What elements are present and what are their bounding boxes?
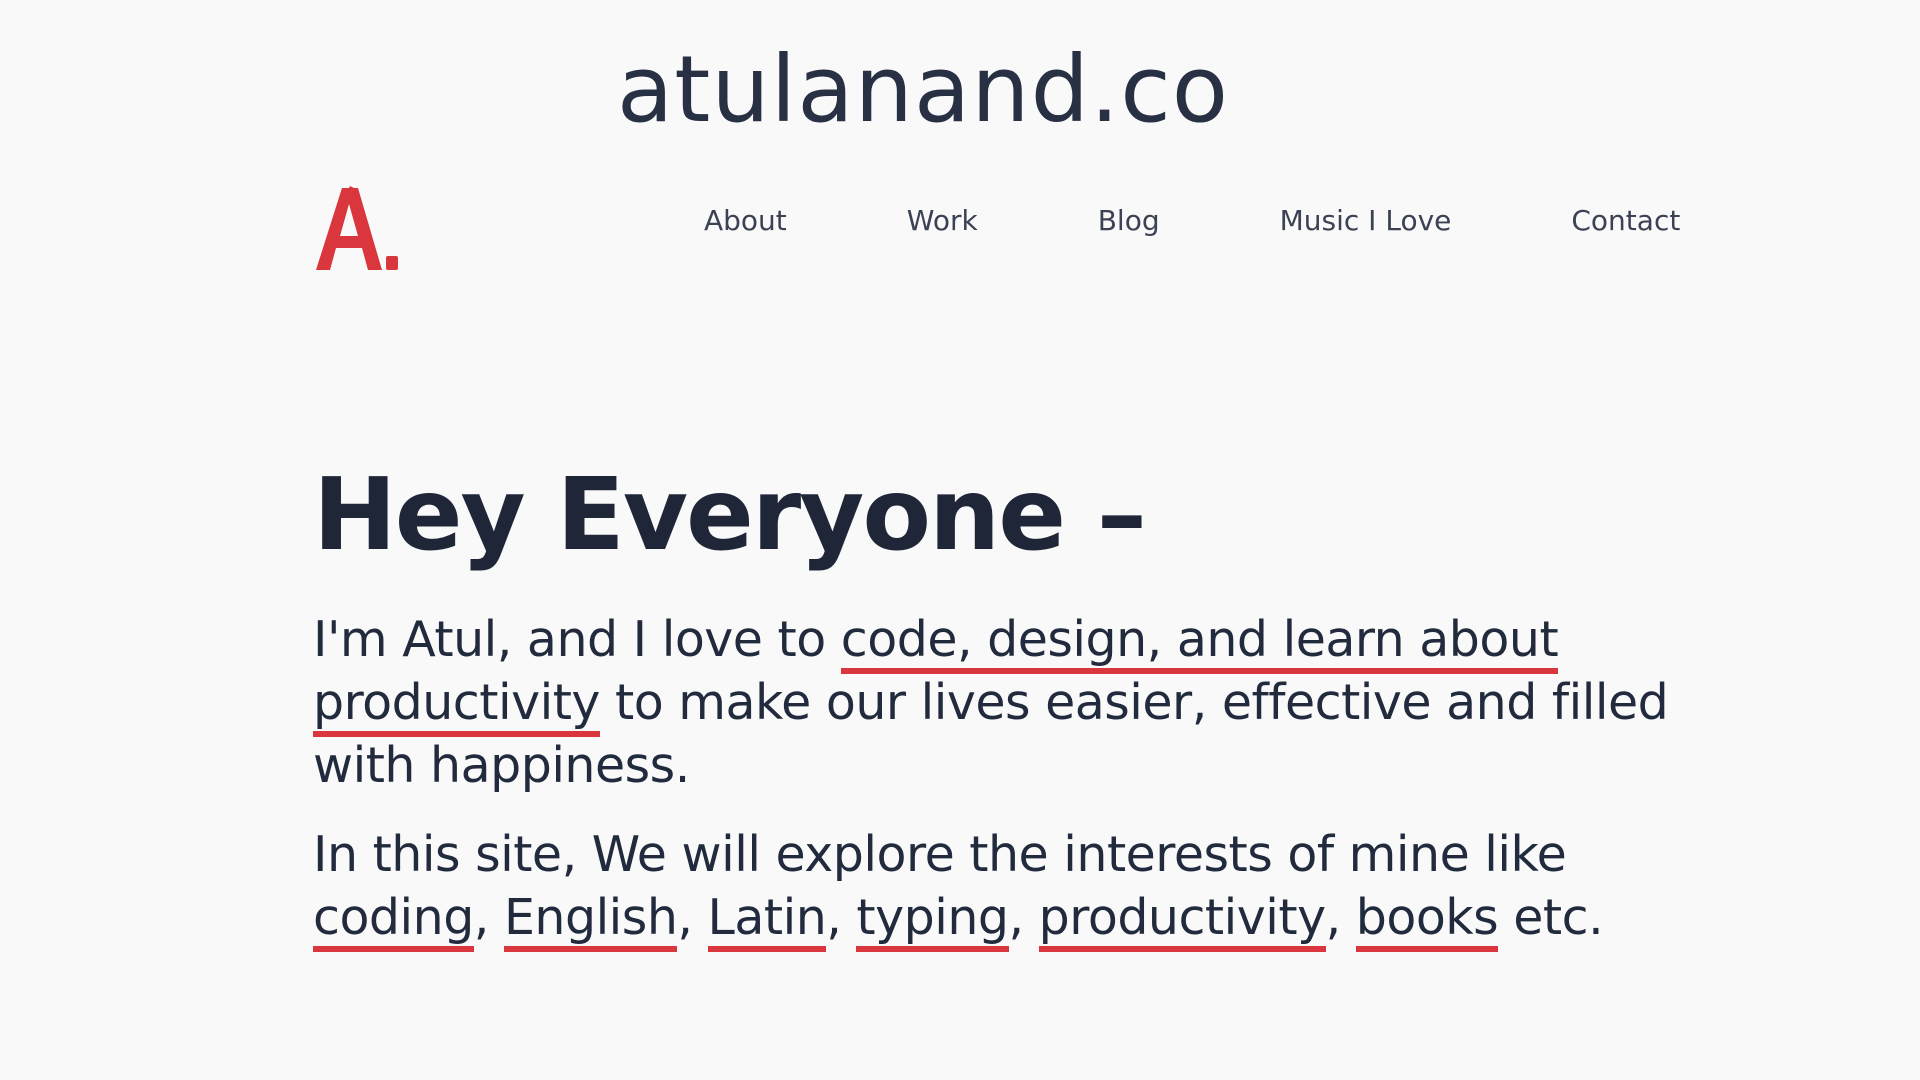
interest-separator: , (826, 889, 857, 946)
nav-link-work[interactable]: Work (907, 204, 978, 237)
interest-link-english[interactable]: English (503, 889, 678, 952)
interests-suffix: etc. (1498, 889, 1604, 946)
site-header: About Work Blog Music I Love Contact (312, 182, 1688, 274)
interest-link-latin[interactable]: Latin (707, 889, 827, 952)
interests-prefix: In this site, We will explore the intere… (313, 826, 1567, 883)
intro-paragraph: I'm Atul, and I love to code, design, an… (313, 608, 1713, 797)
intro-prefix: I'm Atul, and I love to (313, 611, 841, 668)
logo-a-icon (316, 186, 398, 270)
interest-link-coding[interactable]: coding (313, 889, 474, 952)
interest-link-books[interactable]: books (1355, 889, 1499, 952)
interests-paragraph: In this site, We will explore the intere… (313, 823, 1713, 952)
page: atulanand.co About Work Blog Music I Lov… (0, 0, 1920, 1080)
interest-separator: , (677, 889, 708, 946)
main-nav: About Work Blog Music I Love Contact (704, 204, 1680, 237)
nav-link-music[interactable]: Music I Love (1280, 204, 1452, 237)
interest-separator: , (1325, 889, 1356, 946)
site-title: atulanand.co (616, 36, 1230, 143)
hero-section: Hey Everyone – I'm Atul, and I love to c… (313, 456, 1713, 952)
interest-separator: , (1008, 889, 1039, 946)
hero-heading: Hey Everyone – (313, 456, 1147, 573)
nav-link-blog[interactable]: Blog (1098, 204, 1160, 237)
nav-link-contact[interactable]: Contact (1571, 204, 1680, 237)
interest-separator: , (473, 889, 504, 946)
interest-link-productivity[interactable]: productivity (1038, 889, 1326, 952)
interest-link-typing[interactable]: typing (856, 889, 1009, 952)
nav-link-about[interactable]: About (704, 204, 787, 237)
